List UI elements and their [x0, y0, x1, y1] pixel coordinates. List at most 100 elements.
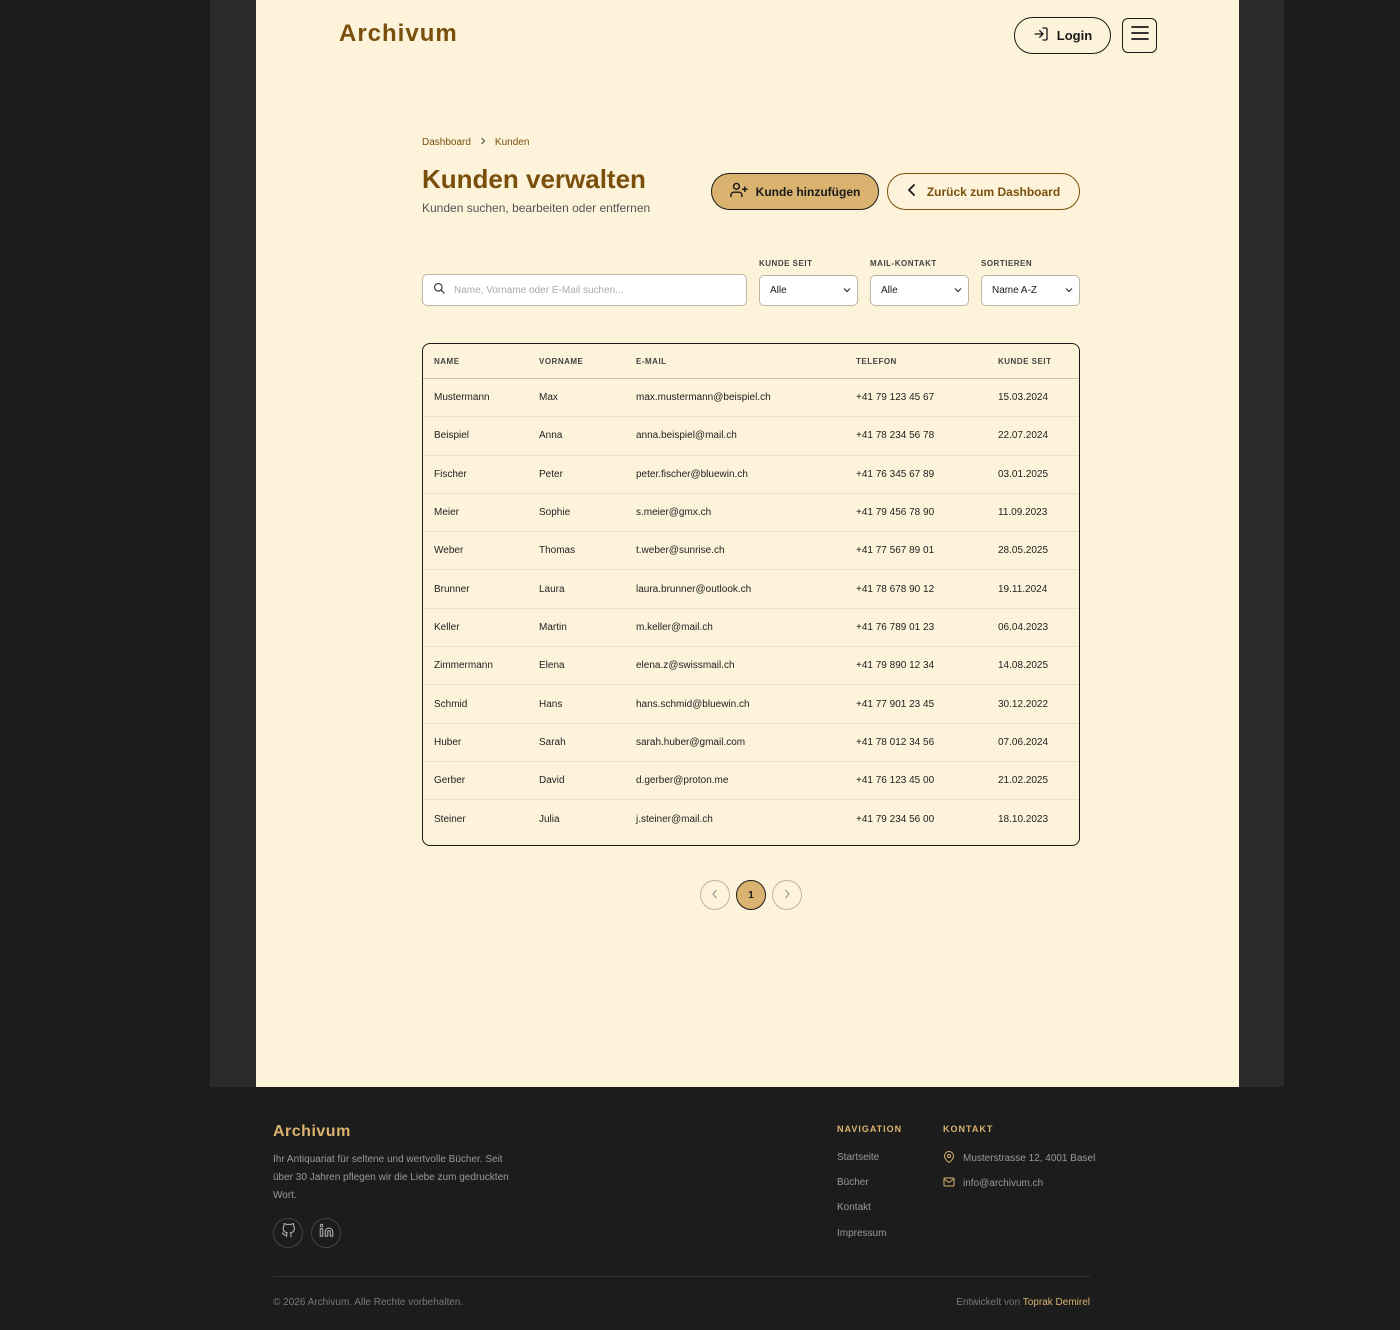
cell-email: anna.beispiel@mail.ch — [636, 430, 737, 442]
menu-icon — [1130, 25, 1149, 46]
page-side-band-right — [1239, 0, 1284, 1087]
footer-description: Ihr Antiquariat für seltene und wertvoll… — [273, 1154, 509, 1201]
filter-mail-select[interactable]: Alle — [870, 275, 969, 306]
page-subtitle: Kunden suchen, bearbeiten oder entfernen — [422, 201, 651, 215]
table-row[interactable]: Beispiel Anna anna.beispiel@mail.ch +41 78 … — [423, 417, 1079, 456]
table-row[interactable]: Mustermann Max max.mustermann@beispiel.ch +… — [423, 379, 1079, 418]
cell-name: Fischer — [434, 468, 467, 480]
table-row[interactable]: Keller Martin m.keller@mail.ch +41 76 789 0… — [423, 609, 1079, 648]
cell-vorname: Peter — [539, 468, 563, 480]
cell-name: Beispiel — [434, 430, 470, 442]
footer-email-text[interactable]: info@archivum.ch — [963, 1178, 1043, 1189]
login-button[interactable]: Login — [1014, 17, 1111, 54]
sort-select[interactable]: Name A-Z — [981, 275, 1080, 306]
cell-vorname: Max — [539, 392, 558, 404]
column-header-telefon[interactable]: TELEFON — [856, 357, 998, 366]
developer-prefix: Entwickelt von — [956, 1297, 1021, 1308]
table-row[interactable]: Fischer Peter peter.fischer@bluewin.ch +41 … — [423, 456, 1079, 494]
search-box[interactable] — [422, 274, 747, 306]
footer-nav-heading: NAVIGATION — [837, 1124, 903, 1134]
table-row[interactable]: Huber Sarah sarah.huber@gmail.com +41 78 01… — [423, 724, 1079, 762]
cell-name: Gerber — [434, 775, 466, 787]
column-header-kunde-seit[interactable]: KUNDE SEIT — [998, 357, 1078, 366]
cell-vorname: Laura — [539, 583, 565, 595]
footer-link-kontakt[interactable]: Kontakt — [837, 1202, 871, 1213]
github-icon — [281, 1223, 296, 1243]
cell-name: Meier — [434, 507, 460, 519]
cell-vorname: Thomas — [539, 545, 576, 557]
user-plus-icon — [729, 182, 748, 201]
table-row[interactable]: Gerber David d.gerber@proton.me +41 76 123 … — [423, 762, 1079, 801]
cell-kunde-seit: 14.08.2025 — [998, 660, 1049, 672]
add-customer-label: Kunde hinzufügen — [755, 184, 861, 199]
footer-address-text: Musterstrasse 12, 4001 Basel — [963, 1153, 1096, 1164]
back-to-dashboard-button[interactable]: Zurück zum Dashboard — [887, 173, 1080, 210]
page-side-band-left — [210, 0, 256, 1087]
column-header-name[interactable]: NAME — [423, 357, 539, 366]
linkedin-link[interactable] — [311, 1218, 341, 1248]
github-link[interactable] — [273, 1218, 303, 1248]
cell-email: elena.z@swissmail.ch — [636, 660, 735, 672]
footer-link-impressum[interactable]: Impressum — [837, 1228, 886, 1239]
cell-email: m.keller@mail.ch — [636, 621, 713, 633]
filter-since-value: Alle — [770, 285, 787, 296]
page-button-current[interactable]: 1 — [736, 880, 766, 910]
filter-mail-label: MAIL-KONTAKT — [870, 259, 937, 268]
table-row[interactable]: Brunner Laura laura.brunner@outlook.ch +41 … — [423, 570, 1079, 609]
cell-vorname: Hans — [539, 698, 563, 710]
cell-name: Schmid — [434, 698, 468, 710]
pagination: 1 — [700, 880, 802, 910]
footer-contact-heading: KONTAKT — [943, 1124, 994, 1134]
column-header-vorname[interactable]: VORNAME — [539, 357, 636, 366]
customer-table: NAME VORNAME E-MAIL TELEFON KUNDE SEIT M… — [422, 343, 1080, 846]
filter-since-select[interactable]: Alle — [759, 275, 858, 306]
table-row[interactable]: Zimmermann Elena elena.z@swissmail.ch +41 7… — [423, 647, 1079, 686]
developer-credit: Entwickelt von Toprak Demirel — [956, 1297, 1090, 1308]
cell-email: d.gerber@proton.me — [636, 775, 729, 787]
footer-link-startseite[interactable]: Startseite — [837, 1152, 879, 1163]
cell-vorname: Elena — [539, 660, 565, 672]
cell-kunde-seit: 30.12.2022 — [998, 698, 1049, 710]
sort-label: SORTIEREN — [981, 259, 1033, 268]
prev-page-button[interactable] — [700, 880, 730, 910]
search-input[interactable] — [454, 284, 724, 296]
cell-vorname: David — [539, 775, 565, 787]
next-page-button[interactable] — [772, 880, 802, 910]
menu-button[interactable] — [1122, 18, 1157, 53]
add-customer-button[interactable]: Kunde hinzufügen — [711, 173, 879, 210]
table-row[interactable]: Schmid Hans hans.schmid@bluewin.ch +41 77 9… — [423, 685, 1079, 724]
linkedin-icon — [319, 1223, 334, 1243]
cell-kunde-seit: 11.09.2023 — [998, 507, 1048, 519]
mail-icon — [943, 1176, 955, 1191]
footer-logo[interactable]: Archivum — [273, 1123, 351, 1141]
map-pin-icon — [943, 1150, 955, 1167]
footer-link-buecher[interactable]: Bücher — [837, 1177, 869, 1188]
cell-telefon: +41 76 345 67 89 — [856, 468, 935, 480]
chevron-down-icon — [843, 285, 851, 296]
footer-address: Musterstrasse 12, 4001 Basel — [943, 1150, 1095, 1167]
copyright: © 2026 Archivum. Alle Rechte vorbehalten… — [273, 1297, 464, 1308]
cell-name: Weber — [434, 545, 464, 557]
developer-name[interactable]: Toprak Demirel — [1023, 1297, 1090, 1308]
table-row[interactable]: Steiner Julia j.steiner@mail.ch +41 79 234 … — [423, 800, 1079, 838]
cell-name: Brunner — [434, 583, 470, 595]
cell-telefon: +41 79 456 78 90 — [856, 507, 935, 519]
breadcrumb-dashboard[interactable]: Dashboard — [422, 137, 471, 148]
filter-mail-value: Alle — [881, 285, 898, 296]
table-row[interactable]: Meier Sophie s.meier@gmx.ch +41 79 456 78 9… — [423, 494, 1079, 533]
site-logo[interactable]: Archivum — [339, 20, 458, 48]
column-header-email[interactable]: E-MAIL — [636, 357, 856, 366]
cell-vorname: Martin — [539, 621, 567, 633]
cell-kunde-seit: 18.10.2023 — [998, 813, 1049, 825]
footer-email[interactable]: info@archivum.ch — [943, 1176, 1043, 1191]
cell-vorname: Sarah — [539, 736, 566, 748]
back-to-dashboard-label: Zurück zum Dashboard — [926, 184, 1061, 199]
cell-email: peter.fischer@bluewin.ch — [636, 468, 748, 480]
table-row[interactable]: Weber Thomas t.weber@sunrise.ch +41 77 567 … — [423, 532, 1079, 571]
search-icon — [433, 281, 445, 299]
cell-telefon: +41 78 678 90 12 — [856, 583, 935, 595]
cell-name: Huber — [434, 736, 462, 748]
cell-telefon: +41 78 012 34 56 — [856, 736, 935, 748]
cell-email: max.mustermann@beispiel.ch — [636, 392, 771, 404]
site-footer: Archivum Ihr Antiquariat für seltene und… — [0, 1087, 1400, 1330]
